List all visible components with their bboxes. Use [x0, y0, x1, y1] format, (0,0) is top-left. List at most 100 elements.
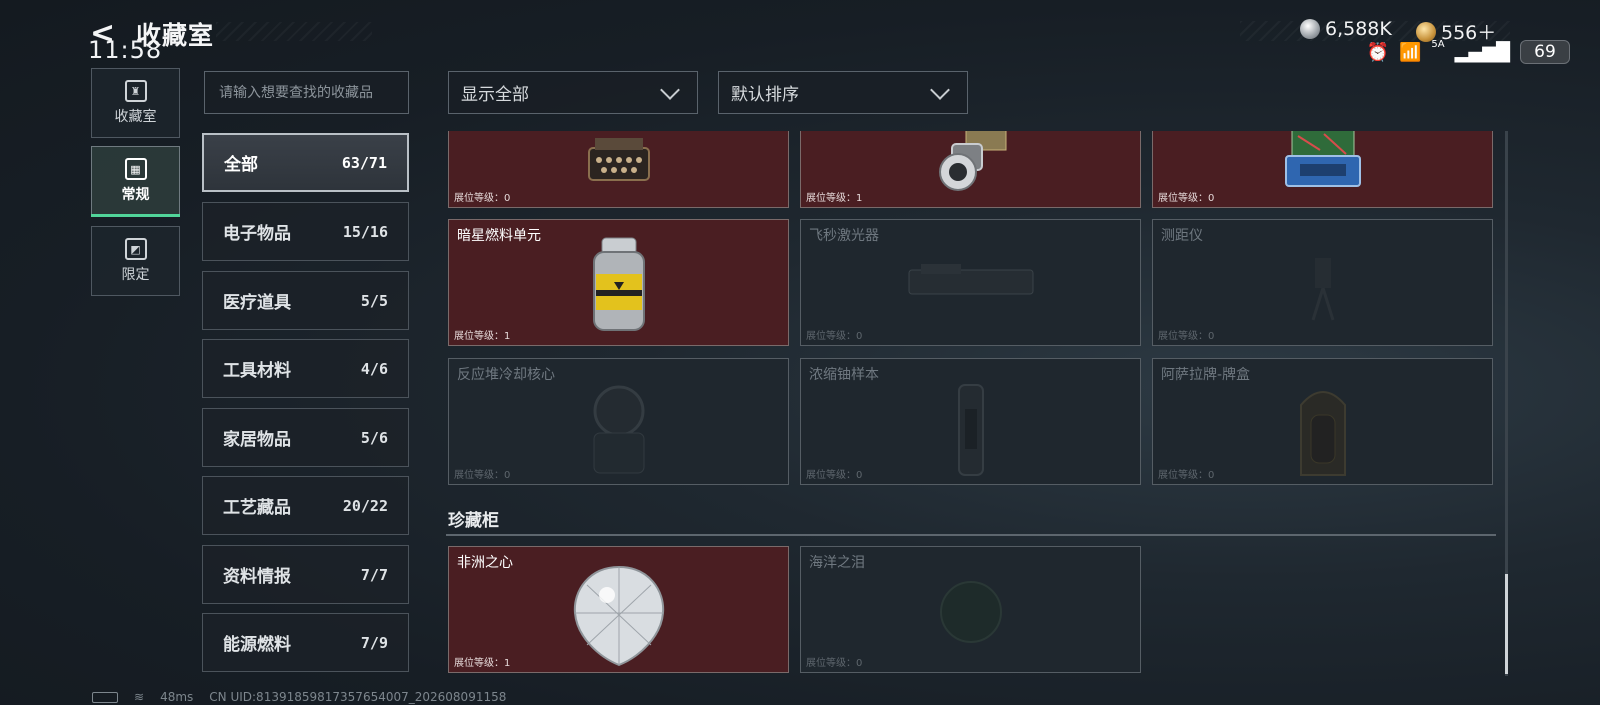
category-label: 家居物品 [223, 430, 291, 450]
chevron-down-icon [660, 79, 680, 100]
category-label: 全部 [224, 155, 258, 175]
page-title: 收藏室 [136, 21, 215, 50]
collection-card[interactable]: 阿萨拉牌-牌盒 展位等级：0 [1152, 358, 1493, 485]
category-count: 20/22 [342, 496, 388, 515]
category-medical[interactable]: 医疗道具 5/5 [202, 271, 409, 330]
card-name: 阿萨拉牌-牌盒 [1161, 367, 1251, 383]
collection-card[interactable]: 展位等级：0 [448, 131, 789, 208]
collection-card[interactable]: 非洲之心 展位等级：1 [448, 546, 789, 673]
collection-card[interactable]: 展位等级：1 [800, 131, 1141, 208]
category-label: 工具材料 [223, 361, 291, 381]
category-all[interactable]: 全部 63/71 [202, 133, 409, 192]
category-energy[interactable]: 能源燃料 7/9 [202, 613, 409, 672]
section-divider [446, 534, 1496, 536]
ping-value: 48ms [160, 690, 194, 704]
category-label: 电子物品 [223, 224, 291, 244]
collection-card[interactable]: 展位等级：0 [1152, 131, 1493, 208]
gold-amount: 556＋ [1441, 22, 1497, 44]
fuel-canister-icon [592, 237, 645, 331]
card-level: 展位等级：0 [806, 658, 863, 669]
nav-tab-label: 限定 [121, 267, 150, 283]
card-level: 展位等级：1 [454, 331, 511, 342]
trophy-icon: ♜ [124, 80, 147, 102]
category-label: 能源燃料 [223, 635, 291, 655]
category-household[interactable]: 家居物品 5/6 [202, 408, 409, 467]
card-level: 展位等级：0 [806, 331, 863, 342]
limited-icon: ◩ [124, 238, 147, 260]
card-level: 展位等级：0 [1158, 470, 1215, 481]
section-title-treasure: 珍藏柜 [448, 511, 499, 531]
alarm-icon: ⏰ [1366, 41, 1389, 63]
wifi-icon: ≋ [134, 690, 145, 704]
nav-tab-regular[interactable]: ▦ 常规 [91, 146, 180, 217]
card-level: 展位等级：0 [454, 470, 511, 481]
card-name: 海洋之泪 [809, 555, 865, 571]
card-level: 展位等级：1 [454, 658, 511, 669]
card-name: 非洲之心 [457, 555, 513, 571]
card-level: 展位等级：0 [1158, 193, 1215, 204]
nav-tab-label: 收藏室 [114, 109, 157, 125]
nav-tab-limited[interactable]: ◩ 限定 [91, 226, 180, 296]
scrollbar-thumb[interactable] [1505, 574, 1508, 674]
category-count: 15/16 [342, 222, 388, 241]
battery-indicator: 69 [1520, 40, 1570, 64]
category-crafts[interactable]: 工艺藏品 20/22 [202, 476, 409, 535]
silver-currency: 6,588K [1300, 18, 1392, 40]
filter-show-value: 显示全部 [461, 85, 529, 105]
card-name: 浓缩铀样本 [809, 367, 879, 383]
category-count: 7/9 [360, 633, 388, 652]
card-level: 展位等级：0 [454, 193, 511, 204]
category-label: 医疗道具 [223, 293, 291, 313]
gold-coin-icon [1416, 21, 1436, 42]
sort-dropdown[interactable]: 默认排序 [718, 71, 968, 114]
category-tools[interactable]: 工具材料 4/6 [202, 339, 409, 398]
category-count: 63/71 [341, 153, 387, 172]
category-label: 资料情报 [223, 567, 291, 587]
rangefinder-icon [1311, 258, 1334, 321]
collection-card[interactable]: 飞秒激光器 展位等级：0 [800, 219, 1141, 346]
card-icon: ▦ [124, 158, 147, 180]
card-box-icon [1299, 391, 1346, 476]
card-name: 反应堆冷却核心 [457, 367, 555, 383]
collection-card[interactable]: 反应堆冷却核心 展位等级：0 [448, 358, 789, 485]
circuit-board-icon [1284, 131, 1361, 187]
category-count: 4/6 [360, 359, 388, 378]
laser-icon [908, 264, 1033, 295]
nav-tab-label: 常规 [121, 187, 150, 203]
collection-card[interactable]: 测距仪 展位等级：0 [1152, 219, 1493, 346]
user-uid: CN UID:8139185981735765400​7_20260809115… [209, 690, 507, 704]
silver-amount: 6,588K [1325, 18, 1392, 40]
card-name: 飞秒激光器 [809, 228, 879, 244]
category-count: 5/5 [360, 291, 388, 310]
category-count: 7/7 [360, 565, 388, 584]
category-label: 工艺藏品 [223, 498, 291, 518]
card-name: 暗星燃料单元 [457, 228, 541, 244]
card-name: 测距仪 [1161, 228, 1203, 244]
card-level: 展位等级：1 [806, 193, 863, 204]
category-electronics[interactable]: 电子物品 15/16 [202, 202, 409, 261]
diamond-icon [573, 565, 664, 667]
title-decoration [216, 22, 372, 41]
collection-card[interactable]: 海洋之泪 展位等级：0 [800, 546, 1141, 673]
card-level: 展位等级：0 [806, 470, 863, 481]
reactor-core-icon [593, 385, 644, 474]
ocean-gem-icon [939, 581, 1002, 643]
back-arrow-icon[interactable]: < [90, 16, 115, 51]
card-level: 展位等级：0 [1158, 331, 1215, 342]
chevron-down-icon [930, 79, 950, 100]
collection-card[interactable]: 浓缩铀样本 展位等级：0 [800, 358, 1141, 485]
filter-show-dropdown[interactable]: 显示全部 [448, 71, 698, 114]
collection-grid[interactable]: 展位等级：0 展位等级：1 展位等级：0 暗星燃料单元 展位等级：1 飞秒激光器… [446, 131, 1496, 676]
battery-icon [92, 691, 118, 703]
collection-card[interactable]: 暗星燃料单元 展位等级：1 [448, 219, 789, 346]
footer-info: ≋ 48ms CN UID:8139185981735765400​7_2026… [92, 690, 506, 704]
nav-tab-collection-room[interactable]: ♜ 收藏室 [91, 68, 180, 138]
typewriter-icon [587, 138, 650, 181]
sort-value: 默认排序 [731, 85, 799, 105]
category-count: 5/6 [360, 428, 388, 447]
uranium-sample-icon [957, 384, 984, 476]
gold-currency[interactable]: 556＋ [1416, 18, 1496, 45]
lens-icon [938, 131, 1006, 191]
search-input[interactable] [204, 71, 409, 114]
category-intel[interactable]: 资料情报 7/7 [202, 545, 409, 604]
